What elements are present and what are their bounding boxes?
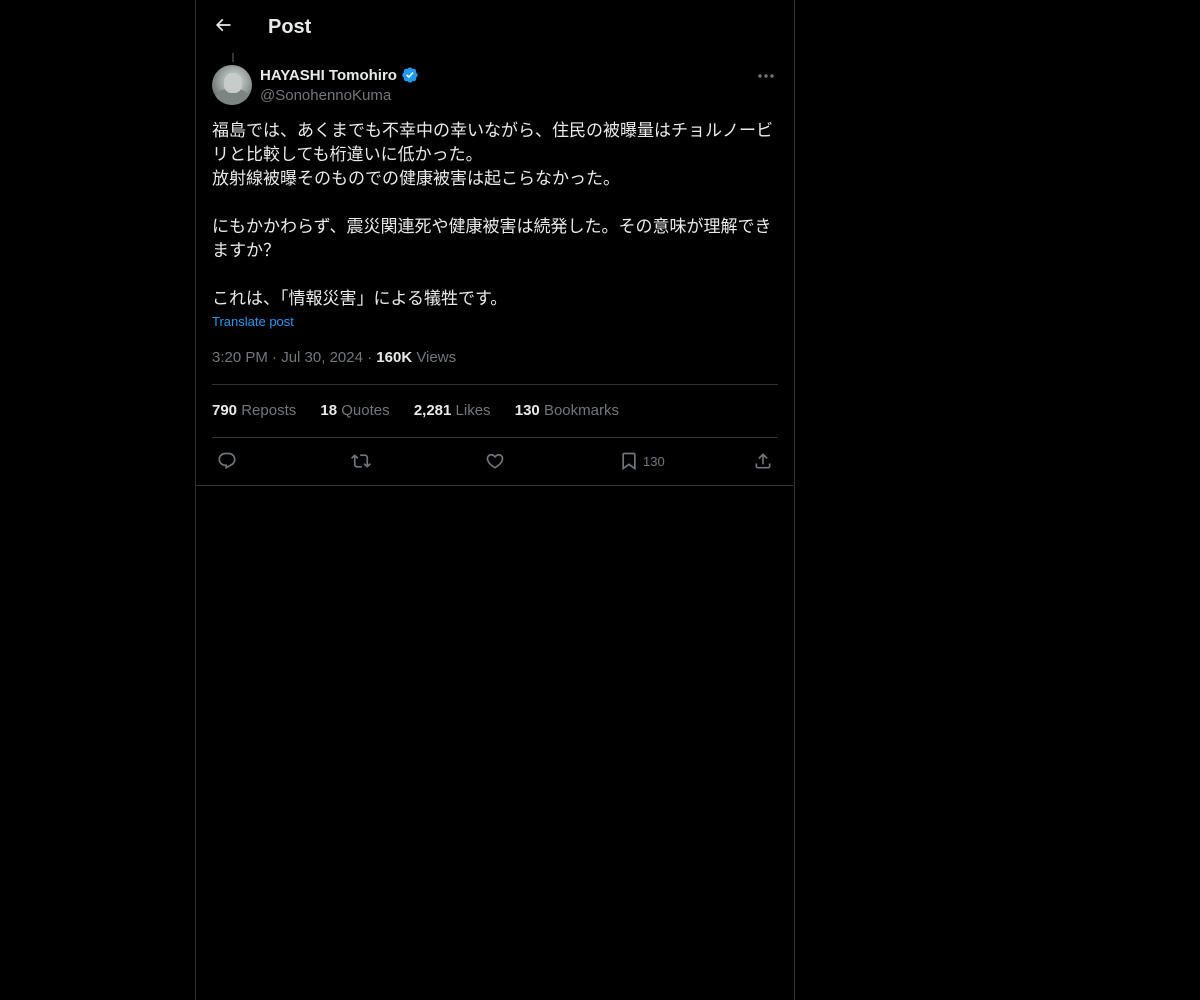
bookmark-button[interactable]: 130 [619, 448, 665, 474]
avatar[interactable] [212, 65, 252, 105]
quotes-count: 18 [320, 402, 338, 419]
views-count: 160K [376, 349, 413, 366]
page-title: Post [268, 16, 312, 38]
reposts-label: Reposts [241, 402, 297, 419]
post-time[interactable]: 3:20 PM [212, 349, 268, 366]
page-header: Post [196, 0, 794, 53]
views-label: Views [416, 349, 457, 366]
reply-icon [218, 452, 236, 470]
post-text-line: これは、「情報災害」による犠牲です。 [212, 289, 508, 309]
bookmarks-label: Bookmarks [543, 402, 619, 419]
post-text-line: 放射線被曝そのものでの健康被害は起こらなかった。 [212, 169, 620, 189]
share-icon [755, 453, 771, 469]
primary-column: Post HAYASHI Tomohiro @SonohennoKuma 福島で… [195, 0, 795, 1000]
reply-button[interactable] [217, 448, 237, 474]
action-bar: 130 [212, 448, 778, 476]
reposts-stat[interactable]: 790 Reposts [212, 401, 296, 421]
meta-separator: · [367, 349, 377, 366]
thread-connector-line [232, 53, 234, 62]
likes-label: Likes [455, 402, 491, 419]
post-text-line [212, 263, 778, 287]
meta-separator: · [272, 349, 282, 366]
arrow-left-icon [215, 18, 231, 32]
back-button[interactable] [206, 8, 240, 42]
more-horizontal-icon [758, 74, 774, 78]
share-button[interactable] [753, 448, 773, 474]
post-text: 福島では、あくまでも不幸中の幸いながら、住民の被曝量はチョルノービ リと比較して… [212, 119, 778, 311]
reposts-count: 790 [212, 402, 238, 419]
like-button[interactable] [485, 448, 505, 474]
heart-icon [486, 453, 504, 469]
bookmarks-stat[interactable]: 130 Bookmarks [515, 401, 619, 421]
more-options-button[interactable] [754, 66, 778, 86]
bookmark-count: 130 [643, 453, 665, 469]
post-text-line: にもかかわらず、震災関連死や健康被害は続発した。その意味が理解でき [212, 217, 772, 237]
divider [212, 384, 778, 385]
divider [212, 437, 778, 438]
quotes-stat[interactable]: 18 Quotes [320, 401, 389, 421]
author-block: HAYASHI Tomohiro @SonohennoKuma [260, 64, 419, 106]
post-date[interactable]: Jul 30, 2024 [281, 349, 363, 366]
author-handle[interactable]: @SonohennoKuma [260, 86, 419, 106]
engagement-stats: 790 Reposts 18 Quotes 2,281 Likes 130 Bo… [212, 401, 639, 421]
author-name-row: HAYASHI Tomohiro [260, 64, 419, 86]
post-text-line: リと比較しても桁違いに低かった。 [212, 145, 483, 165]
divider [196, 485, 794, 486]
post-meta: 3:20 PM · Jul 30, 2024 · 160K Views [212, 348, 456, 368]
bookmark-icon [622, 452, 636, 471]
repost-icon [351, 454, 371, 468]
post-text-line: ますか？ [212, 241, 280, 261]
likes-count: 2,281 [413, 402, 452, 419]
post-text-line: 福島では、あくまでも不幸中の幸いながら、住民の被曝量はチョルノービ [212, 121, 773, 141]
quotes-label: Quotes [341, 402, 390, 419]
bookmarks-count: 130 [514, 402, 540, 419]
author-name[interactable]: HAYASHI Tomohiro [260, 67, 397, 84]
likes-stat[interactable]: 2,281 Likes [414, 401, 491, 421]
verified-badge-icon[interactable] [401, 66, 419, 84]
repost-button[interactable] [351, 448, 371, 474]
translate-post-link[interactable]: Translate post [212, 314, 294, 329]
post-text-line [212, 191, 778, 215]
